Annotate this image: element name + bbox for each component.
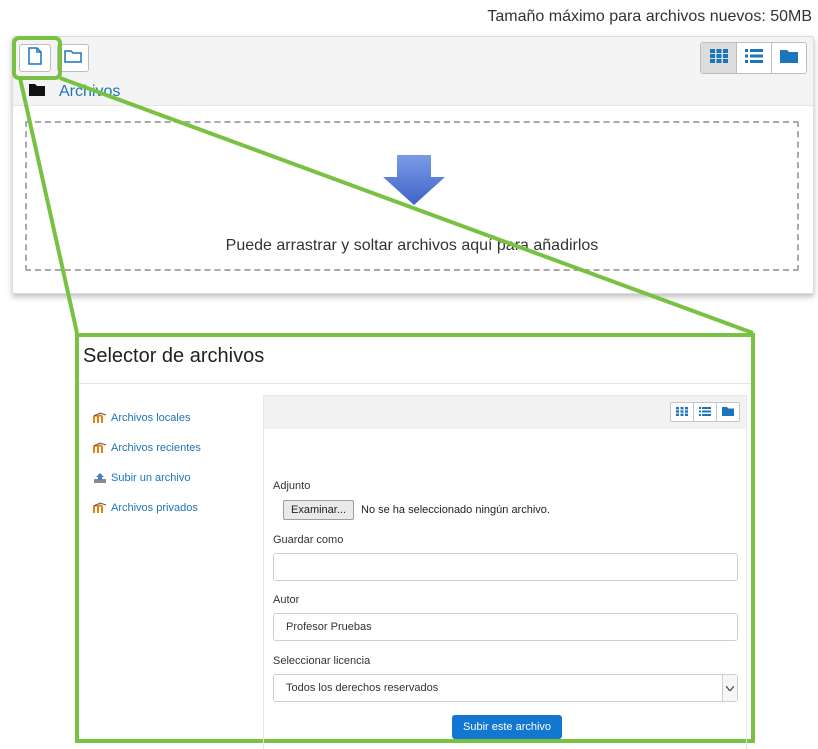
save-as-input[interactable] [273,553,738,581]
moodle-icon [93,502,107,514]
repo-label: Archivos recientes [111,442,201,454]
grid-view-button[interactable] [701,43,736,73]
license-select-value: Todos los derechos reservados [286,682,439,694]
breadcrumb: Archivos [29,83,120,101]
upload-file-button[interactable]: Subir este archivo [452,715,563,739]
license-label: Seleccionar licencia [273,655,371,667]
attachment-label: Adjunto [273,480,311,492]
title-divider [79,383,751,384]
repository-list: Archivos locales Archivos recientes Subi… [93,403,201,523]
max-file-size-text: Tamaño máximo para archivos nuevos: 50MB [487,8,812,25]
list-view-button[interactable] [736,43,771,73]
chevron-down-icon [722,675,737,701]
save-as-label: Guardar como [273,534,344,546]
file-manager-panel: Archivos Puede arrastrar y soltar archiv… [12,36,814,294]
folder-icon [29,83,45,101]
upload-icon [93,472,107,484]
view-switcher [700,42,807,74]
picker-tree-view-button[interactable] [716,403,739,421]
file-drop-zone[interactable]: Puede arrastrar y soltar archivos aquí p… [25,121,799,271]
repo-subir-archivo[interactable]: Subir un archivo [93,463,201,493]
author-label: Autor [273,594,300,606]
author-input[interactable]: Profesor Pruebas [273,613,738,641]
add-file-highlight [12,36,62,80]
picker-toolbar [263,395,747,429]
moodle-icon [93,412,107,424]
dialog-title: Selector de archivos [83,345,265,367]
grid-view-icon [709,48,728,68]
moodle-icon [93,442,107,454]
repo-label: Archivos privados [111,502,198,514]
browse-button[interactable]: Examinar... [283,500,355,520]
file-manager-toolbar: Archivos [13,37,813,106]
drop-zone-text: Puede arrastrar y soltar archivos aquí p… [225,237,599,254]
tree-view-button[interactable] [771,43,806,73]
create-folder-icon [64,48,82,69]
drop-arrow-icon [383,155,445,210]
picker-grid-view-button[interactable] [671,403,693,421]
folder-view-icon [722,403,734,421]
repo-archivos-recientes[interactable]: Archivos recientes [93,433,201,463]
picker-view-switcher [670,402,740,422]
folder-view-icon [780,49,798,68]
repo-label: Archivos locales [111,412,191,424]
no-file-selected-text: No se ha seleccionado ningún archivo. [361,504,550,516]
picker-list-view-button[interactable] [693,403,716,421]
list-view-icon [745,48,763,68]
repo-label: Subir un archivo [111,472,191,484]
grid-view-icon [676,403,688,421]
file-picker-dialog: Selector de archivos Archivos locales Ar… [75,333,755,749]
upload-form: Adjunto Examinar... No se ha seleccionad… [263,429,747,749]
repo-archivos-locales[interactable]: Archivos locales [93,403,201,433]
breadcrumb-archivos[interactable]: Archivos [59,83,120,101]
list-view-icon [699,403,711,421]
license-select[interactable]: Todos los derechos reservados [273,674,738,702]
repo-archivos-privados[interactable]: Archivos privados [93,493,201,523]
